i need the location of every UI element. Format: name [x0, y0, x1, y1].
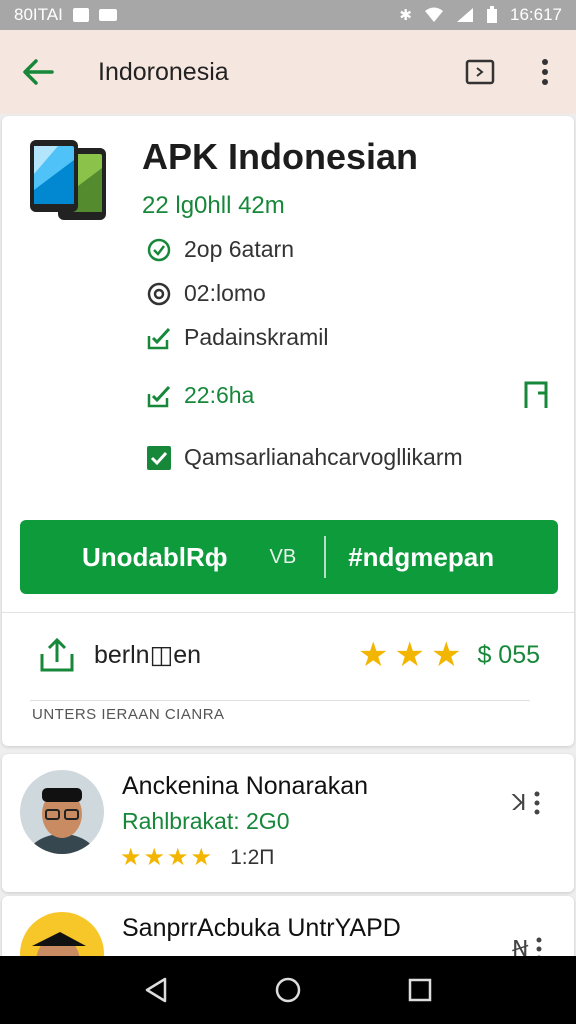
- avatar: [20, 770, 104, 854]
- divider: [30, 700, 530, 701]
- rating-value: $ 055: [477, 640, 541, 669]
- arrow-left-icon: [23, 59, 54, 85]
- share-button[interactable]: berln◫en: [38, 636, 201, 674]
- section-label: UNTERS IERAAN CIANRA: [32, 706, 225, 723]
- review-card[interactable]: Anckenina Nonarakan Rahlbrakat: 2G0 ★ ★ …: [2, 754, 574, 892]
- page-title: Indoronesia: [98, 57, 229, 86]
- share-label: berln◫en: [94, 641, 202, 669]
- info-row-permissions: Padainskramil: [146, 324, 328, 351]
- review-time: 1:2П: [230, 846, 275, 869]
- bluetooth-icon: ✱: [399, 6, 412, 24]
- phone-app-icon: [30, 140, 106, 220]
- bookmark-icon: [524, 381, 548, 408]
- square-recents-icon: [408, 978, 432, 1002]
- status-left-text: 80ITAI: [14, 5, 63, 24]
- app-meta: 22 lg0hll 42m: [142, 192, 285, 219]
- install-left-label: UnodablRф: [82, 541, 228, 572]
- install-divider: [324, 536, 327, 578]
- app-details-card: APK Indonesian 22 lg0hll 42m 2op 6atarn …: [2, 116, 574, 746]
- info-row-time: 02:lomo: [146, 280, 266, 307]
- nav-recents-button[interactable]: [400, 970, 440, 1010]
- star-icon: ★: [190, 844, 213, 871]
- wifi-icon: [425, 7, 443, 22]
- nav-home-button[interactable]: [268, 970, 308, 1010]
- review-stars: ★ ★ ★ ★ 1:2П: [120, 846, 274, 870]
- more-vertical-icon: [542, 59, 548, 85]
- app-name: APK Indonesian: [142, 136, 419, 177]
- reviewer-name: Anckenina Nonarakan: [122, 772, 368, 800]
- system-nav-bar: [0, 956, 576, 1024]
- triangle-back-icon: [145, 977, 167, 1003]
- signal-icon: [457, 8, 473, 22]
- share-icon: [40, 637, 74, 672]
- info-text: Qamsarlianahcarvogllikarm: [184, 444, 463, 470]
- back-button[interactable]: [12, 46, 64, 98]
- status-bar: 80ITAI ✱ 16:617: [0, 0, 576, 30]
- info-text: 2op 6atarn: [184, 236, 294, 262]
- bookmark-button[interactable]: [520, 378, 552, 412]
- circle-home-icon: [275, 977, 301, 1003]
- info-row-developer: 2op 6atarn: [146, 236, 294, 263]
- cast-button[interactable]: [464, 57, 496, 87]
- info-text: 02:lomo: [184, 280, 266, 306]
- install-mid-label: VB: [269, 545, 297, 568]
- message-icon: [98, 9, 117, 21]
- info-row-size: 22:6ha: [146, 382, 254, 409]
- reviewer-sub: Rahlbrakat: 2G0: [122, 808, 290, 834]
- clock-icon: [146, 281, 172, 307]
- install-button[interactable]: UnodablRф VB #ndgmepan: [20, 520, 558, 594]
- translate-icon[interactable]: ꓘ: [512, 790, 526, 816]
- status-time: 16:617: [510, 5, 562, 24]
- edit-check-icon: [146, 383, 172, 409]
- info-text: Padainskramil: [184, 324, 329, 350]
- more-vertical-icon[interactable]: [534, 791, 540, 815]
- verified-check-icon: [146, 237, 172, 263]
- battery-icon: [487, 6, 497, 23]
- edit-check-icon: [146, 325, 172, 351]
- info-row-agreement[interactable]: Qamsarlianahcarvogllikarm: [146, 444, 463, 471]
- rating-summary: ★ ★ ★ $ 055: [358, 638, 540, 672]
- more-options-button[interactable]: [530, 52, 560, 92]
- review-actions[interactable]: ꓘ: [512, 790, 540, 816]
- info-text: 22:6ha: [184, 382, 255, 408]
- star-icon: ★: [143, 844, 166, 871]
- app-bar: Indoronesia: [0, 30, 576, 114]
- cast-icon: [465, 59, 495, 85]
- star-icon: ★: [120, 844, 142, 871]
- checkbox-checked-icon[interactable]: [146, 445, 172, 471]
- status-left: 80ITAI: [14, 5, 117, 25]
- install-right-label: #ndgmepan: [348, 541, 495, 572]
- star-icon: ★: [358, 636, 389, 674]
- star-icon: ★: [430, 636, 462, 674]
- reviewer-name: SanprrAcbuka UntrYAPD: [122, 914, 401, 942]
- divider: [2, 612, 574, 613]
- star-icon: ★: [167, 844, 189, 871]
- status-right: ✱ 16:617: [399, 5, 562, 25]
- nav-back-button[interactable]: [136, 970, 176, 1010]
- star-icon: ★: [394, 636, 425, 674]
- notification-icon: [72, 8, 89, 22]
